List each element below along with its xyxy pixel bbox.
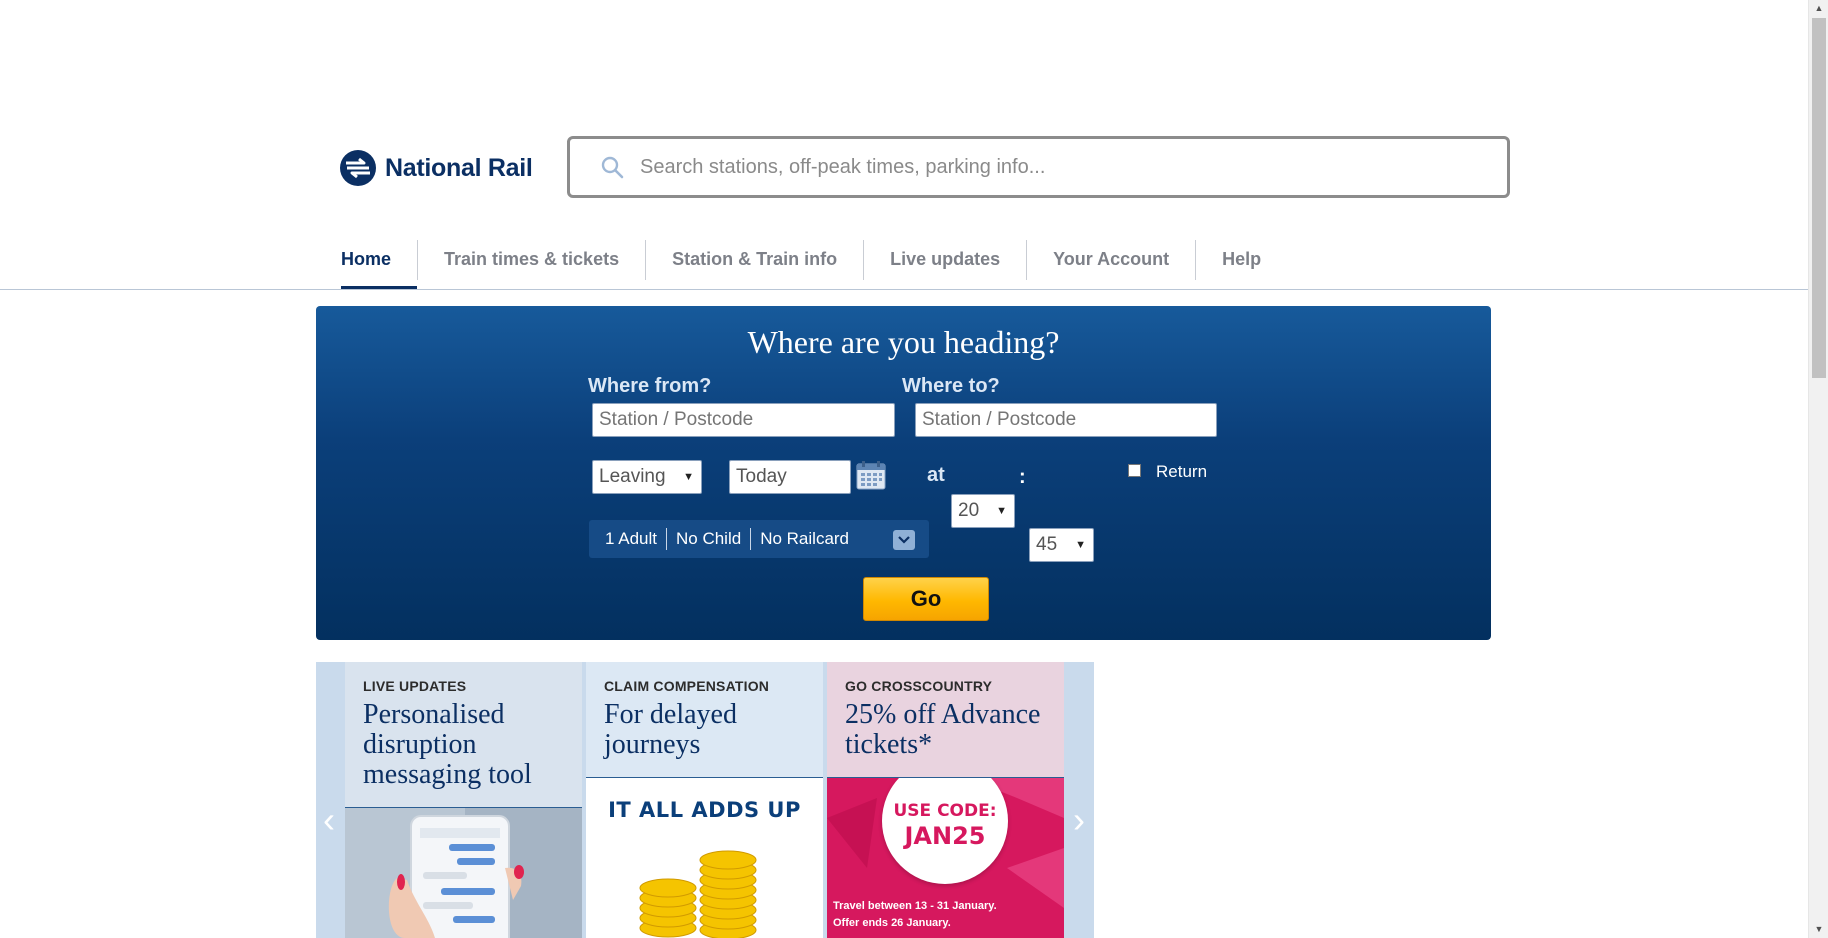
- time-separator: :: [1019, 466, 1026, 488]
- promo-code-panel: USE CODE: JAN25 Travel between 13 - 31 J…: [827, 778, 1064, 938]
- tab-home-label: Home: [341, 248, 392, 269]
- scroll-down-arrow-icon[interactable]: ▼: [1809, 921, 1828, 938]
- card-kicker: LIVE UPDATES: [363, 678, 467, 694]
- main-navigation: Home Train times & tickets Station & Tra…: [341, 228, 1287, 290]
- time-at-label: at: [927, 464, 945, 486]
- search-icon: [601, 156, 624, 179]
- leaving-arriving-select[interactable]: Leaving ▼: [592, 460, 702, 494]
- promo-card-claim-compensation[interactable]: CLAIM COMPENSATION For delayed journeys …: [586, 662, 823, 938]
- promo-footnote-2: Offer ends 26 January.: [833, 917, 951, 929]
- site-search-box[interactable]: [567, 136, 1510, 198]
- to-station-input[interactable]: [915, 403, 1217, 437]
- railcard-value: No Railcard: [760, 529, 850, 548]
- calendar-icon[interactable]: [856, 460, 886, 490]
- hour-select-value: 20: [958, 500, 980, 521]
- tab-live-updates-label: Live updates: [890, 248, 1001, 269]
- tab-help[interactable]: Help: [1196, 228, 1287, 290]
- tab-your-account-label: Your Account: [1053, 248, 1170, 269]
- scroll-thumb[interactable]: [1812, 18, 1826, 378]
- to-label: Where to?: [902, 375, 1000, 397]
- card-title: Personalised disruption messaging tool: [363, 699, 532, 790]
- card-title: 25% off Advance tickets*: [845, 699, 1041, 760]
- coins-image-panel: IT ALL ADDS UP: [586, 778, 823, 938]
- return-label: Return: [1156, 462, 1208, 481]
- dropdown-caret-icon: ▼: [683, 471, 694, 483]
- tab-station-train-info[interactable]: Station & Train info: [646, 228, 863, 290]
- go-button[interactable]: Go: [863, 577, 989, 621]
- page-scrollbar[interactable]: ▲ ▼: [1808, 0, 1828, 938]
- scroll-up-arrow-icon[interactable]: ▲: [1809, 0, 1828, 17]
- tab-home[interactable]: Home: [341, 228, 418, 290]
- dropdown-caret-icon: ▼: [996, 505, 1007, 517]
- promo-card-live-updates[interactable]: LIVE UPDATES Personalised disruption mes…: [345, 662, 582, 938]
- nav-bottom-rule: [0, 289, 1808, 290]
- hour-select[interactable]: 20 ▼: [951, 494, 1015, 528]
- from-station-input[interactable]: [592, 403, 895, 437]
- chevron-down-icon[interactable]: [893, 530, 915, 550]
- tab-your-account[interactable]: Your Account: [1027, 228, 1195, 290]
- leaving-select-value: Leaving: [599, 466, 666, 487]
- promo-footnote-1: Travel between 13 - 31 January.: [833, 900, 997, 912]
- return-checkbox[interactable]: [1128, 464, 1141, 477]
- from-label: Where from?: [588, 375, 712, 397]
- promo-card-crosscountry[interactable]: GO CROSSCOUNTRY 25% off Advance tickets*…: [827, 662, 1064, 938]
- passenger-railcard-selector[interactable]: 1 Adult No Child No Railcard: [589, 520, 929, 558]
- travel-date-input[interactable]: Today: [729, 460, 851, 494]
- travel-date-value: Today: [736, 466, 787, 487]
- tab-help-label: Help: [1222, 248, 1262, 269]
- it-all-adds-up-text: IT ALL ADDS UP: [608, 798, 801, 822]
- national-rail-symbol-icon: [340, 150, 376, 186]
- logo-wordmark: National Rail: [385, 153, 533, 182]
- planner-title: Where are you heading?: [747, 324, 1060, 360]
- children-count: No Child: [676, 529, 742, 548]
- site-search-input[interactable]: [638, 154, 1462, 180]
- national-rail-logo[interactable]: National Rail: [340, 149, 533, 187]
- tab-live-updates[interactable]: Live updates: [864, 228, 1026, 290]
- dropdown-caret-icon: ▼: [1075, 539, 1086, 551]
- tab-train-times-tickets[interactable]: Train times & tickets: [418, 228, 645, 290]
- card-title: For delayed journeys: [604, 699, 737, 760]
- minute-select[interactable]: 45 ▼: [1029, 528, 1094, 562]
- tab-station-info-label: Station & Train info: [672, 248, 838, 269]
- card-kicker: CLAIM COMPENSATION: [604, 678, 770, 694]
- adults-count: 1 Adult: [605, 529, 657, 548]
- use-code-label: USE CODE:: [893, 801, 997, 821]
- minute-select-value: 45: [1036, 534, 1058, 555]
- carousel-prev-arrow-icon[interactable]: ‹: [316, 800, 342, 840]
- phone-in-hand-image: [345, 808, 582, 938]
- card-kicker: GO CROSSCOUNTRY: [845, 678, 993, 694]
- tab-train-times-label: Train times & tickets: [444, 248, 620, 269]
- gold-coins-icon: [639, 850, 757, 938]
- promo-code-value: JAN25: [904, 822, 986, 850]
- carousel-next-arrow-icon[interactable]: ›: [1066, 800, 1092, 840]
